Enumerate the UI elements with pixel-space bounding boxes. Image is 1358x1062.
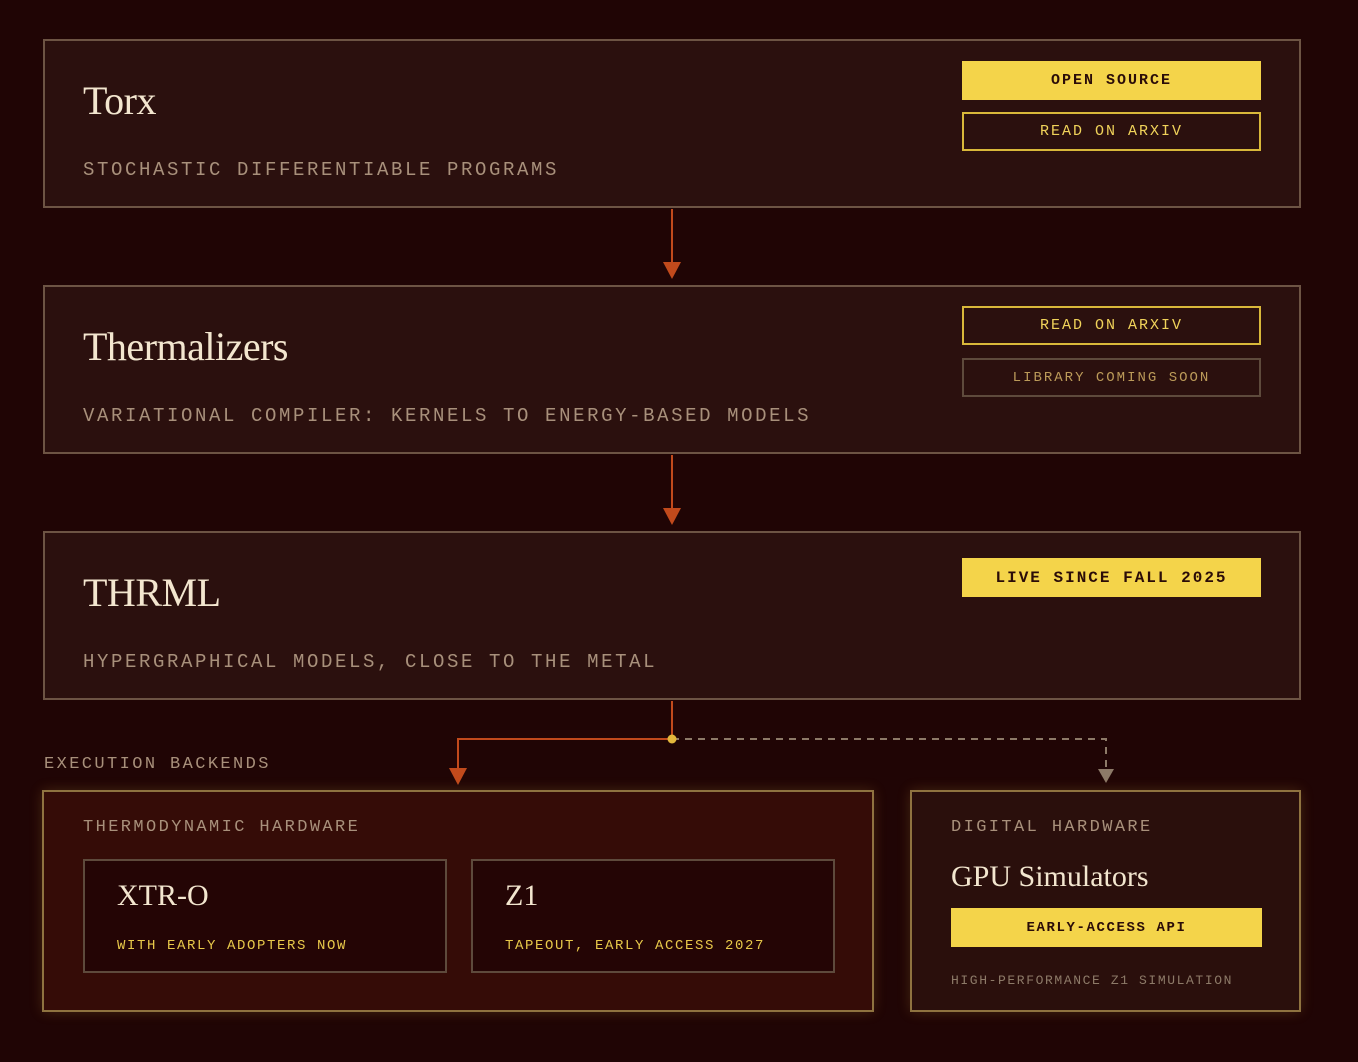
- layer-torx: Torx STOCHASTIC DIFFERENTIABLE PROGRAMS …: [43, 39, 1301, 208]
- read-on-arxiv-button[interactable]: READ ON ARXIV: [962, 112, 1261, 151]
- chip-xtr-o[interactable]: XTR-O WITH EARLY ADOPTERS NOW: [83, 859, 447, 973]
- chip-title: XTR-O: [117, 879, 209, 912]
- layer-subtitle: VARIATIONAL COMPILER: KERNELS TO ENERGY-…: [83, 405, 812, 427]
- early-access-api-button[interactable]: EARLY-ACCESS API: [951, 908, 1262, 947]
- execution-backends-label: EXECUTION BACKENDS: [44, 755, 271, 774]
- gpu-simulators-title: GPU Simulators: [951, 860, 1149, 893]
- layer-title: THRML: [83, 570, 221, 615]
- chip-title: Z1: [505, 879, 539, 912]
- layer-thrml: THRML HYPERGRAPHICAL MODELS, CLOSE TO TH…: [43, 531, 1301, 700]
- digital-hardware-label: DIGITAL HARDWARE: [951, 818, 1153, 837]
- read-on-arxiv-button[interactable]: READ ON ARXIV: [962, 306, 1261, 345]
- junction-dot: [667, 734, 677, 744]
- thermodynamic-hardware-label: THERMODYNAMIC HARDWARE: [83, 818, 361, 837]
- chip-subtitle: WITH EARLY ADOPTERS NOW: [117, 938, 348, 954]
- chip-subtitle: TAPEOUT, EARLY ACCESS 2027: [505, 938, 766, 954]
- layer-subtitle: STOCHASTIC DIFFERENTIABLE PROGRAMS: [83, 159, 560, 181]
- chip-z1[interactable]: Z1 TAPEOUT, EARLY ACCESS 2027: [471, 859, 835, 973]
- arrow-thrml-to-thermodynamic: [449, 701, 673, 785]
- layer-title: Torx: [83, 78, 156, 123]
- arrow-torx-to-thermalizers: [663, 209, 681, 279]
- arrow-thrml-to-digital-dashed: [672, 738, 1114, 783]
- arrow-thermalizers-to-thrml: [663, 455, 681, 525]
- digital-hardware-panel: DIGITAL HARDWARE GPU Simulators EARLY-AC…: [910, 790, 1301, 1012]
- library-coming-soon-button: LIBRARY COMING SOON: [962, 358, 1261, 397]
- layer-subtitle: HYPERGRAPHICAL MODELS, CLOSE TO THE META…: [83, 651, 658, 673]
- live-since-badge[interactable]: LIVE SINCE FALL 2025: [962, 558, 1261, 597]
- thermodynamic-hardware-panel: THERMODYNAMIC HARDWARE XTR-O WITH EARLY …: [42, 790, 874, 1012]
- layer-title: Thermalizers: [83, 324, 289, 369]
- open-source-button[interactable]: OPEN SOURCE: [962, 61, 1261, 100]
- layer-thermalizers: Thermalizers VARIATIONAL COMPILER: KERNE…: [43, 285, 1301, 454]
- gpu-simulators-subtitle: HIGH-PERFORMANCE Z1 SIMULATION: [951, 973, 1234, 988]
